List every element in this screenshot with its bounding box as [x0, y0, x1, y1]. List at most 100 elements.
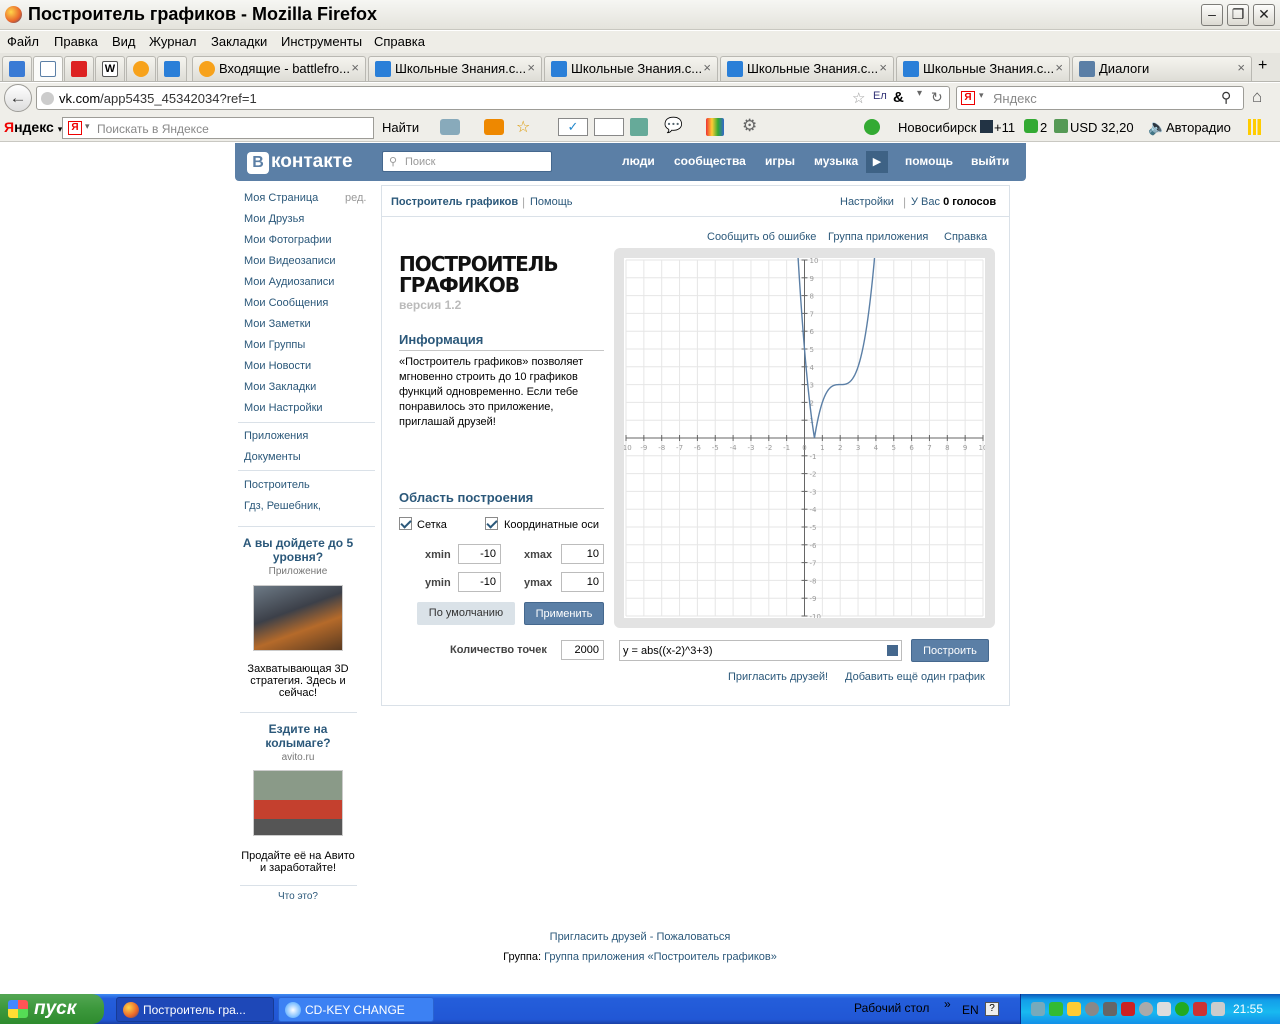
network-icon[interactable]: [1031, 1002, 1045, 1016]
vk-nav-people[interactable]: люди: [622, 154, 655, 168]
axes-checkbox[interactable]: [485, 517, 498, 530]
close-tab-icon[interactable]: ×: [527, 60, 535, 75]
edit-link[interactable]: ред.: [345, 192, 366, 204]
mail-count[interactable]: 2: [1040, 120, 1047, 135]
graph-plot[interactable]: -10-9-8-7-6-5-4-3-2-1012345678910-10-9-8…: [624, 258, 985, 618]
home-icon[interactable]: ⌂: [1252, 87, 1262, 107]
report-error-link[interactable]: Сообщить об ошибке: [707, 231, 816, 243]
line-color-swatch[interactable]: [887, 645, 898, 656]
new-tab-button[interactable]: +: [1258, 57, 1267, 75]
chevron-right-icon[interactable]: »: [944, 997, 951, 1011]
close-tab-icon[interactable]: ×: [1237, 60, 1245, 75]
menu-bookmarks[interactable]: Закладки: [211, 34, 267, 49]
close-tab-icon[interactable]: ×: [351, 60, 359, 75]
search-icon[interactable]: ⚲: [1221, 89, 1231, 106]
yandex-search-input[interactable]: Я ▾ Поискать в Яндексе: [62, 117, 374, 139]
left-menu-item[interactable]: Приложения: [244, 430, 308, 442]
ad-block-game[interactable]: А вы дойдете до 5 уровня? Приложение: [238, 536, 358, 577]
votes-count[interactable]: 0 голосов: [943, 196, 996, 208]
menu-history[interactable]: Журнал: [149, 34, 196, 49]
left-menu-item[interactable]: Мои Настройки: [244, 402, 323, 414]
chat-bubble-icon[interactable]: 💬: [664, 116, 683, 134]
spellcheck-icon[interactable]: ✓: [558, 118, 588, 136]
dropmarker-icon[interactable]: ▾: [917, 88, 922, 99]
left-menu-item[interactable]: Мои Новости: [244, 360, 311, 372]
app-title-link[interactable]: Построитель графиков: [391, 196, 518, 208]
tab-pinned-wikipedia[interactable]: W: [95, 56, 125, 81]
left-menu-item[interactable]: Мои Фотографии: [244, 234, 331, 246]
task-cdkey[interactable]: CD-KEY CHANGE: [278, 997, 434, 1022]
tab-pinned-translate[interactable]: [2, 56, 32, 81]
start-button[interactable]: пуск: [0, 994, 104, 1024]
footer-complain-link[interactable]: Пожаловаться: [656, 931, 730, 943]
ad-text[interactable]: Захватывающая 3D стратегия. Здесь и сейч…: [238, 663, 358, 699]
ad-block-avito[interactable]: Ездите на колымаге? avito.ru: [238, 722, 358, 763]
ymax-input[interactable]: 10: [561, 572, 604, 592]
tray-app-icon[interactable]: [1139, 1002, 1153, 1016]
vk-logo[interactable]: Вконтакте: [247, 151, 353, 174]
ymin-input[interactable]: -10: [458, 572, 501, 592]
tray-app-icon[interactable]: [1103, 1002, 1117, 1016]
app-group-link[interactable]: Группа приложения: [828, 231, 928, 243]
menu-edit[interactable]: Правка: [54, 34, 98, 49]
minimize-button[interactable]: –: [1201, 4, 1223, 26]
what-is-this-link[interactable]: Что это?: [238, 891, 358, 902]
left-menu-item[interactable]: Построитель: [244, 479, 310, 491]
menu-file[interactable]: Файл: [7, 34, 39, 49]
favorites-star-icon[interactable]: ☆: [516, 117, 530, 137]
vk-nav-games[interactable]: игры: [765, 154, 795, 168]
vk-nav-help[interactable]: помощь: [905, 154, 953, 168]
task-firefox[interactable]: Построитель гра...: [116, 997, 274, 1022]
left-menu-item[interactable]: Мои Группы: [244, 339, 305, 351]
chevron-down-icon[interactable]: ▾: [979, 90, 984, 101]
axes-checkbox-label[interactable]: Координатные оси: [504, 519, 599, 531]
gear-icon[interactable]: ⚙: [742, 116, 757, 136]
play-icon[interactable]: ▶: [866, 151, 888, 173]
xmin-input[interactable]: -10: [458, 544, 501, 564]
ad-text[interactable]: Продайте её на Авито и заработайте!: [238, 850, 358, 874]
messenger-icon[interactable]: [1067, 1002, 1081, 1016]
apps-cube-icon[interactable]: [706, 118, 724, 136]
desktop-toolbar-label[interactable]: Рабочий стол: [854, 1001, 929, 1015]
ad-image-game[interactable]: [253, 585, 343, 651]
close-tab-icon[interactable]: ×: [1055, 60, 1063, 75]
left-menu-item[interactable]: Мои Закладки: [244, 381, 316, 393]
left-menu-item[interactable]: Мои Сообщения: [244, 297, 328, 309]
ad-image-car[interactable]: [253, 770, 343, 836]
tray-app-icon[interactable]: [1085, 1002, 1099, 1016]
footer-group-link[interactable]: Группа приложения «Построитель графиков»: [544, 951, 777, 963]
left-menu-item[interactable]: Мои Заметки: [244, 318, 311, 330]
grid-checkbox-label[interactable]: Сетка: [417, 519, 447, 531]
tray-app-icon[interactable]: [1193, 1002, 1207, 1016]
tab-znanija-1[interactable]: Школьные Знания.c... ×: [368, 56, 542, 81]
add-graph-link[interactable]: Добавить ещё один график: [845, 671, 985, 683]
left-menu-item[interactable]: Документы: [244, 451, 301, 463]
footer-invite-link[interactable]: Пригласить друзей: [550, 931, 647, 943]
close-button[interactable]: ✕: [1253, 4, 1275, 26]
yandex-find-button[interactable]: Найти: [382, 120, 419, 135]
ad-title[interactable]: Ездите на колымаге?: [238, 722, 358, 750]
xmax-input[interactable]: 10: [561, 544, 604, 564]
vk-nav-communities[interactable]: сообщества: [674, 154, 746, 168]
left-menu-item[interactable]: Мои Аудиозаписи: [244, 276, 334, 288]
menu-view[interactable]: Вид: [112, 34, 136, 49]
reference-link[interactable]: Справка: [944, 231, 987, 243]
vk-nav-logout[interactable]: выйти: [971, 154, 1009, 168]
tab-znanija-4[interactable]: Школьные Знания.c... ×: [896, 56, 1070, 81]
tray-app-icon[interactable]: [1157, 1002, 1171, 1016]
weather-city[interactable]: Новосибирск: [898, 120, 977, 135]
bookmarks-addon-icon[interactable]: [484, 119, 504, 135]
help-link[interactable]: Помощь: [530, 196, 573, 208]
close-tab-icon[interactable]: ×: [879, 60, 887, 75]
tab-pinned-znanija[interactable]: [157, 56, 187, 81]
dictionary-icon[interactable]: [630, 118, 648, 136]
left-menu-item[interactable]: Мои Друзья: [244, 213, 304, 225]
close-tab-icon[interactable]: ×: [703, 60, 711, 75]
url-bar[interactable]: vk.com/app5435_45342034?ref=1 ☆ Eл & ▾ ↻: [36, 86, 950, 110]
maximize-button[interactable]: ❐: [1227, 4, 1249, 26]
vk-nav-music[interactable]: музыка: [814, 154, 858, 168]
tab-znanija-2[interactable]: Школьные Знания.c... ×: [544, 56, 718, 81]
chevron-down-icon[interactable]: ▾: [85, 121, 90, 132]
radio-station[interactable]: Авторадио: [1166, 120, 1231, 135]
tab-znanija-3[interactable]: Школьные Знания.c... ×: [720, 56, 894, 81]
